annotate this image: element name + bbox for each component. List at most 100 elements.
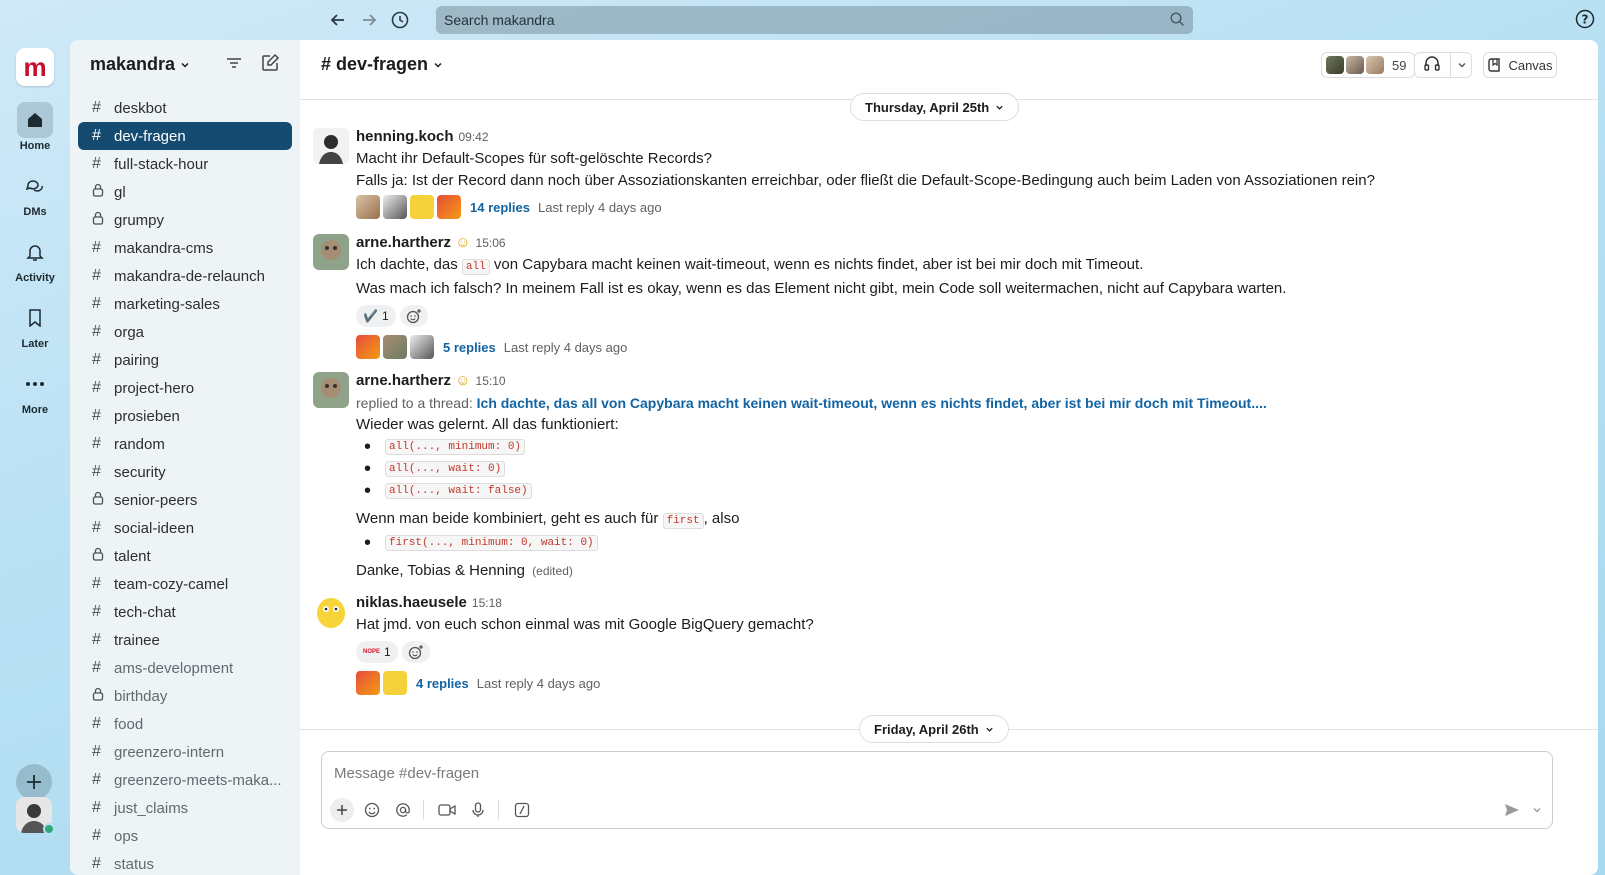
replies-link[interactable]: 5 replies — [443, 340, 496, 355]
rail-later[interactable]: Later — [0, 300, 70, 350]
filter-icon[interactable] — [226, 55, 242, 75]
slash-command-icon[interactable] — [510, 798, 534, 822]
date-divider[interactable]: Friday, April 26th — [859, 715, 1009, 743]
author-name[interactable]: arne.hartherz — [356, 372, 451, 389]
chevron-down-icon[interactable] — [1528, 798, 1546, 822]
author-avatar[interactable] — [313, 128, 349, 164]
author-name[interactable]: arne.hartherz — [356, 234, 451, 251]
sidebar-channel[interactable]: # project-hero — [78, 374, 292, 402]
add-workspace-button[interactable] — [16, 764, 52, 800]
back-arrow-icon[interactable] — [325, 7, 351, 33]
thread-summary[interactable]: 5 replies Last reply 4 days ago — [356, 334, 1556, 360]
author-name[interactable]: henning.koch — [356, 128, 454, 145]
members-button[interactable]: 59 — [1321, 52, 1416, 78]
sidebar-channel[interactable]: # team-cozy-camel — [78, 570, 292, 598]
reaction-pill[interactable]: NOPE 1 — [356, 641, 398, 663]
thread-summary[interactable]: 4 replies Last reply 4 days ago — [356, 670, 1556, 696]
message-time[interactable]: 15:06 — [476, 236, 506, 250]
sidebar-channel[interactable]: # dev-fragen — [78, 122, 292, 150]
headphones-icon — [1423, 54, 1441, 76]
thread-summary[interactable]: 14 replies Last reply 4 days ago — [356, 194, 1556, 220]
sidebar-channel-label: grumpy — [114, 211, 165, 229]
sidebar-channel[interactable]: # pairing — [78, 346, 292, 374]
sidebar-channel[interactable]: birthday — [78, 682, 292, 710]
replies-link[interactable]: 14 replies — [470, 200, 530, 215]
sidebar-channel[interactable]: # greenzero-meets-maka... — [78, 766, 292, 794]
message-time[interactable]: 09:42 — [459, 130, 489, 144]
plus-icon[interactable] — [330, 798, 354, 822]
search-bar[interactable] — [436, 6, 1193, 34]
add-reaction-button[interactable] — [399, 305, 428, 327]
sidebar-channel[interactable]: # status — [78, 850, 292, 875]
channel-title-button[interactable]: # dev-fragen — [321, 54, 443, 75]
sidebar-channel[interactable]: talent — [78, 542, 292, 570]
rail-dms-label: DMs — [23, 206, 47, 218]
sidebar-channel[interactable]: # makandra-cms — [78, 234, 292, 262]
reaction-pill[interactable]: ✔️ 1 — [356, 305, 396, 327]
thread-reply-context: replied to a thread: Ich dachte, das all… — [356, 392, 1556, 414]
video-icon[interactable] — [435, 798, 459, 822]
rail-activity[interactable]: Activity — [0, 234, 70, 284]
huddle-button[interactable] — [1414, 52, 1472, 78]
date-divider[interactable]: Thursday, April 25th — [850, 93, 1020, 121]
sidebar-channel[interactable]: # greenzero-intern — [78, 738, 292, 766]
sidebar-channel[interactable]: # orga — [78, 318, 292, 346]
sidebar-channel[interactable]: # trainee — [78, 626, 292, 654]
sidebar-channel[interactable]: senior-peers — [78, 486, 292, 514]
history-clock-icon[interactable] — [387, 7, 413, 33]
message-input[interactable] — [334, 762, 1434, 784]
chevron-down-icon[interactable] — [1457, 57, 1467, 74]
author-avatar[interactable] — [313, 234, 349, 270]
sidebar-channel[interactable]: # prosieben — [78, 402, 292, 430]
search-icon[interactable] — [1170, 12, 1185, 30]
send-icon[interactable] — [1500, 798, 1524, 822]
author-avatar[interactable] — [313, 594, 349, 630]
sidebar-channel[interactable]: # security — [78, 458, 292, 486]
chevron-down-icon — [181, 62, 189, 68]
sidebar-channel[interactable]: # marketing-sales — [78, 290, 292, 318]
rail-home[interactable]: Home — [0, 102, 70, 152]
bullet-list: all(..., minimum: 0) all(..., wait: 0) a… — [364, 436, 1556, 502]
sidebar-channel[interactable]: # full-stack-hour — [78, 150, 292, 178]
sidebar-channel[interactable]: gl — [78, 178, 292, 206]
sidebar-channel[interactable]: # food — [78, 710, 292, 738]
rail-dms[interactable]: DMs — [0, 168, 70, 218]
message-time[interactable]: 15:10 — [476, 374, 506, 388]
mention-icon[interactable] — [391, 798, 415, 822]
sidebar-channel[interactable]: # tech-chat — [78, 598, 292, 626]
sidebar-channel[interactable]: # ops — [78, 822, 292, 850]
sidebar-channel-label: ams-development — [114, 659, 234, 677]
sidebar-channel[interactable]: # just_claims — [78, 794, 292, 822]
sidebar-channel[interactable]: # deskbot — [78, 94, 292, 122]
hash-icon: # — [92, 295, 101, 312]
sidebar-channel-label: security — [114, 463, 166, 481]
message-time[interactable]: 15:18 — [472, 596, 502, 610]
reaction-count: 1 — [381, 309, 389, 323]
compose-icon[interactable] — [260, 53, 280, 77]
author-avatar[interactable] — [313, 372, 349, 408]
author-name[interactable]: niklas.haeusele — [356, 594, 467, 611]
help-icon[interactable]: ? — [1575, 9, 1595, 33]
bullet-list: first(..., minimum: 0, wait: 0) — [364, 532, 1556, 554]
sidebar-channel-label: ops — [114, 827, 139, 845]
thread-link[interactable]: Ich dachte, das all von Capybara macht k… — [477, 395, 1267, 411]
canvas-button[interactable]: Canvas — [1483, 52, 1557, 78]
microphone-icon[interactable] — [466, 798, 490, 822]
forward-arrow-icon[interactable] — [356, 7, 382, 33]
sidebar-channel[interactable]: # random — [78, 430, 292, 458]
emoji-icon[interactable] — [360, 798, 384, 822]
workspace-switcher[interactable]: makandra — [90, 54, 190, 75]
sidebar-channel-label: gl — [114, 183, 126, 201]
search-input[interactable] — [444, 12, 1144, 28]
sidebar-channel[interactable]: # makandra-de-relaunch — [78, 262, 292, 290]
emoji-add-icon — [408, 645, 423, 660]
replies-link[interactable]: 4 replies — [416, 676, 469, 691]
sidebar-channel[interactable]: # ams-development — [78, 654, 292, 682]
sidebar-channel[interactable]: grumpy — [78, 206, 292, 234]
workspace-logo[interactable]: m — [16, 48, 54, 86]
add-reaction-button[interactable] — [401, 641, 430, 663]
lock-icon — [92, 183, 114, 202]
sidebar-channel[interactable]: # social-ideen — [78, 514, 292, 542]
rail-more[interactable]: More — [0, 366, 70, 416]
sidebar-channel-label: deskbot — [114, 99, 167, 117]
